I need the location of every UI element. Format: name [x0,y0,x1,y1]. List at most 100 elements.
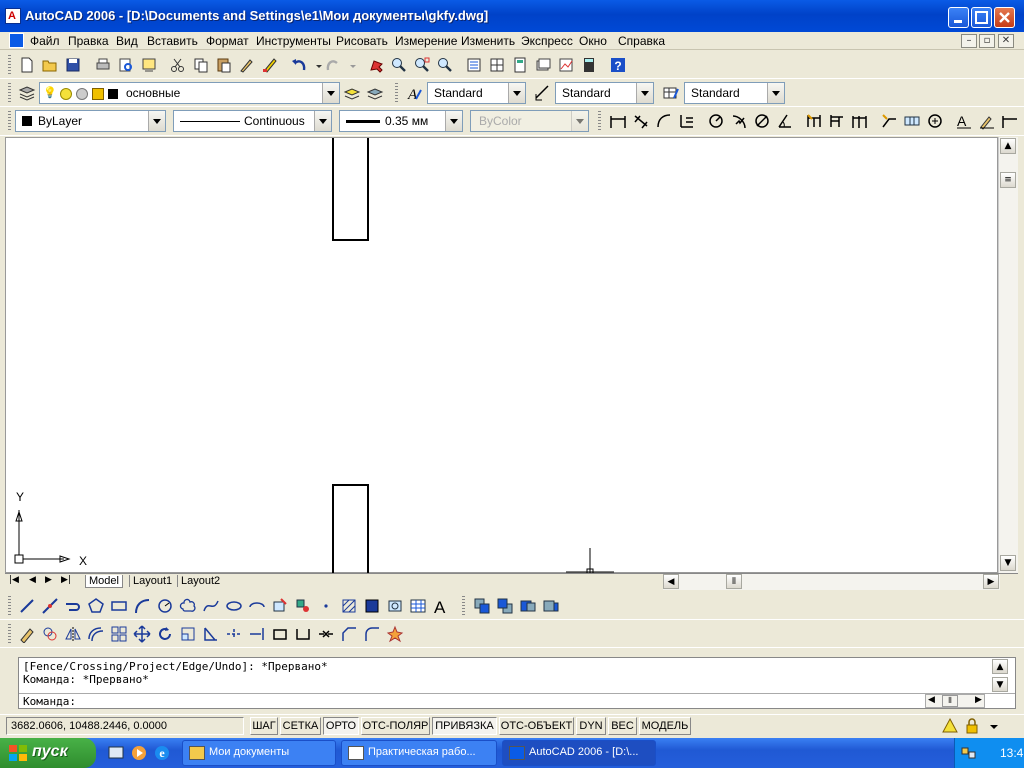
markup-set-icon[interactable] [556,55,576,75]
match-properties-icon[interactable] [237,55,257,75]
lineweight-dropdown-icon[interactable] [445,111,462,131]
design-center-icon[interactable] [487,55,507,75]
ellipse-arc-icon[interactable] [247,596,267,616]
tab-prev-icon[interactable]: ◀ [29,575,36,585]
linetype-combo[interactable]: Continuous [173,110,332,132]
command-prompt[interactable]: Команда: [23,695,76,708]
menu-file[interactable]: Файл [30,34,60,48]
command-hscroll[interactable]: ◀ ⦀ ▶ [925,694,985,708]
insert-block-icon[interactable] [270,596,290,616]
maximize-button[interactable] [971,7,992,28]
command-scroll-up-button[interactable]: ▲ [992,659,1008,674]
menu-modify[interactable]: Изменить [461,34,515,48]
vertical-scroll-thumb[interactable]: ≡ [1000,172,1016,188]
scroll-right-button[interactable]: ▶ [983,574,999,589]
erase-icon[interactable] [17,624,37,644]
save-icon[interactable] [63,55,83,75]
tab-next-icon[interactable]: ▶ [45,575,52,585]
redo-dropdown-icon[interactable] [343,55,356,75]
draworder-front-icon[interactable] [472,596,492,616]
horizontal-scroll-thumb[interactable]: ⦀ [726,574,742,589]
draworder-above-icon[interactable] [518,596,538,616]
layer-combo[interactable]: 💡 основные [39,82,340,104]
angular-dimension-icon[interactable] [775,111,795,131]
undo-icon[interactable] [289,55,309,75]
layer-previous-icon[interactable] [365,83,385,103]
properties-icon[interactable] [464,55,484,75]
table-style-combo[interactable]: Standard [684,82,785,104]
paste-icon[interactable] [214,55,234,75]
scroll-left-button[interactable]: ◀ [663,574,679,589]
dimension-update-icon[interactable] [1000,111,1022,131]
task-practical-work[interactable]: Практическая рабо... [341,740,497,766]
quick-leader-icon[interactable] [879,111,899,131]
center-mark-icon[interactable] [925,111,945,131]
zoom-realtime-icon[interactable] [389,55,409,75]
spline-icon[interactable] [201,596,221,616]
mdi-minimize-button[interactable]: – [961,34,977,48]
layer-freeze-viewport-icon[interactable] [76,88,88,100]
layer-manager-icon[interactable] [17,83,37,103]
text-style-combo[interactable]: Standard [427,82,526,104]
mirror-icon[interactable] [63,624,83,644]
tab-layout2[interactable]: Layout2 [177,575,223,587]
quick-dimension-icon[interactable] [804,111,824,131]
grid-toggle[interactable]: СЕТКА [280,717,321,735]
lineweight-combo[interactable]: 0.35 мм [339,110,463,132]
layer-freeze-sun-icon[interactable] [60,88,72,100]
menu-edit[interactable]: Правка [68,34,109,48]
rectangle-icon[interactable] [109,596,129,616]
lineweight-toggle[interactable]: ВЕС [608,717,637,735]
stretch-icon[interactable] [201,624,221,644]
draworder-under-icon[interactable] [541,596,561,616]
move-icon[interactable] [132,624,152,644]
calculator-icon[interactable] [579,55,599,75]
otrack-toggle[interactable]: ОТС-ОБЪЕКТ [499,717,574,735]
open-folder-icon[interactable] [40,55,60,75]
menu-draw[interactable]: Рисовать [336,34,388,48]
extend-icon[interactable] [247,624,267,644]
menu-help[interactable]: Справка [618,34,665,48]
mdi-close-button[interactable]: ✕ [998,34,1014,48]
table-style-icon[interactable] [661,83,681,103]
dimension-style-combo[interactable]: Standard [555,82,654,104]
undo-dropdown-icon[interactable] [309,55,322,75]
pan-realtime-icon[interactable] [366,55,386,75]
dyn-toggle[interactable]: DYN [576,717,606,735]
model-toggle[interactable]: МОДЕЛЬ [639,717,691,735]
layer-dropdown-icon[interactable] [322,83,339,103]
text-style-dropdown-icon[interactable] [508,83,525,103]
polyline-icon[interactable] [63,596,83,616]
table-style-dropdown-icon[interactable] [767,83,784,103]
menu-express[interactable]: Экспресс [521,34,573,48]
multiline-text-icon[interactable]: A [431,596,451,617]
layer-on-bulb-icon[interactable]: 💡 [43,86,57,99]
revision-cloud-icon[interactable] [178,596,198,616]
linetype-dropdown-icon[interactable] [314,111,331,131]
command-scroll-down-button[interactable]: ▼ [992,677,1008,692]
scroll-up-button[interactable]: ▲ [1000,138,1016,154]
linear-dimension-icon[interactable] [608,111,628,131]
ordinate-dimension-icon[interactable] [677,111,697,131]
internet-explorer-icon[interactable]: e [152,743,172,763]
explode-icon[interactable] [385,624,405,644]
menu-insert[interactable]: Вставить [147,34,198,48]
print-icon[interactable] [93,55,113,75]
aligned-dimension-icon[interactable] [631,111,651,131]
make-layer-current-icon[interactable] [342,83,362,103]
break-icon[interactable] [293,624,313,644]
dimension-style-dropdown-icon[interactable] [636,83,653,103]
polygon-icon[interactable] [86,596,106,616]
toolbar-lock-icon[interactable] [962,716,982,736]
text-style-icon[interactable]: A [404,83,424,103]
help-icon[interactable]: ? [608,55,628,75]
gradient-icon[interactable] [362,596,382,616]
arc-length-icon[interactable] [654,111,674,131]
make-block-icon[interactable] [293,596,313,616]
continue-dimension-icon[interactable] [850,111,870,131]
dimension-style-icon[interactable] [533,83,553,103]
fillet-icon[interactable] [362,624,382,644]
join-icon[interactable] [316,624,336,644]
close-button[interactable] [994,7,1015,28]
redo-icon[interactable] [323,55,343,75]
